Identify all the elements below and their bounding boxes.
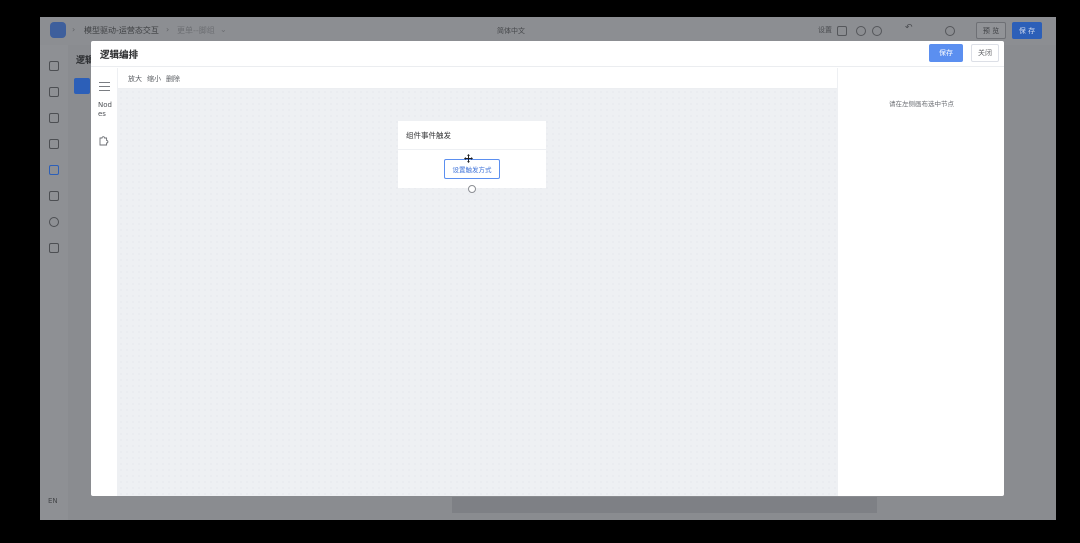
stack-icon[interactable] <box>49 243 59 253</box>
globe-icon[interactable] <box>49 217 59 227</box>
node-title: 组件事件触发 <box>406 131 451 140</box>
properties-panel: 请在左侧画布选中节点 <box>837 68 1004 496</box>
logic-canvas[interactable]: 组件事件触发 设置触发方式 <box>118 89 837 496</box>
grid-icon[interactable] <box>49 87 59 97</box>
image-icon[interactable] <box>49 191 59 201</box>
chevron-down-icon: ⌄ <box>220 25 227 34</box>
nodes-tab[interactable]: Nodes <box>98 101 112 119</box>
close-button[interactable]: 关闭 <box>971 44 999 62</box>
layout-icon[interactable] <box>49 113 59 123</box>
preview-button[interactable]: 预 览 <box>976 22 1006 39</box>
canvas-area: 放大 缩小 删除 组件事件触发 设置触发方式 <box>118 68 837 496</box>
modal-title: 逻辑编排 <box>100 50 139 61</box>
empty-selection-hint: 请在左侧画布选中节点 <box>889 100 954 108</box>
help-icon[interactable] <box>856 26 866 36</box>
puzzle-icon[interactable] <box>98 134 110 146</box>
search-icon[interactable] <box>872 26 882 36</box>
language-toggle[interactable]: EN <box>48 497 58 505</box>
undo-icon[interactable]: ↶ <box>905 23 913 33</box>
logic-editor-modal: 逻辑编排 保存 关闭 Nodes 放大 缩小 删除 组件事件触发 设置触发方式 <box>91 41 1004 496</box>
node-output-port[interactable] <box>468 185 476 193</box>
node-palette: Nodes <box>91 68 118 496</box>
app-logo <box>50 22 66 38</box>
move-cursor-icon <box>464 154 473 163</box>
canvas-toolbar: 放大 缩小 删除 <box>118 68 837 89</box>
publish-button[interactable]: 保 存 <box>1012 22 1042 39</box>
language-selector[interactable]: 简体中文 <box>497 26 525 36</box>
chevron-right-icon: › <box>166 25 170 34</box>
menu-icon[interactable] <box>49 61 59 71</box>
database-icon[interactable] <box>49 139 59 149</box>
chevron-right-icon: › <box>72 25 76 34</box>
modal-header: 逻辑编排 保存 关闭 <box>91 41 1004 67</box>
breadcrumb-project[interactable]: 模型驱动-运营态交互 <box>84 25 159 36</box>
background-sidebar: EN <> <box>40 45 68 520</box>
history-icon[interactable] <box>945 26 955 36</box>
menu-icon[interactable] <box>99 82 110 91</box>
logic-icon[interactable] <box>49 165 59 175</box>
preview-icon[interactable] <box>837 26 847 36</box>
zoom-out-button[interactable]: 缩小 <box>147 74 161 84</box>
save-button[interactable]: 保存 <box>929 44 963 62</box>
node-divider <box>398 149 546 150</box>
settings-link[interactable]: 设置 <box>818 25 832 35</box>
delete-button[interactable]: 删除 <box>166 74 180 84</box>
background-add-button[interactable] <box>74 78 90 94</box>
breadcrumb-page[interactable]: 更单--脚组 <box>177 25 215 36</box>
background-footer <box>452 497 877 513</box>
zoom-in-button[interactable]: 放大 <box>128 74 142 84</box>
